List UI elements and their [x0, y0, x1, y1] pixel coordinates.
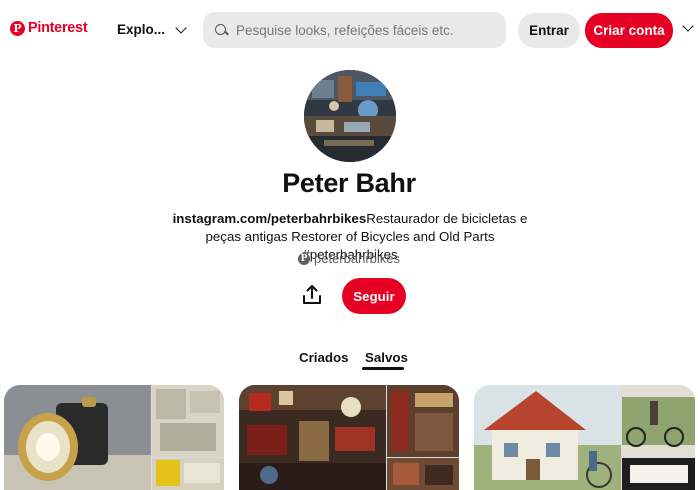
chevron-down-icon: [175, 21, 187, 34]
board-1-preview-image: [4, 385, 224, 490]
active-tab-indicator: [362, 367, 404, 370]
search-icon: [215, 23, 228, 37]
more-options-chevron-down-icon[interactable]: [682, 20, 694, 32]
profile-handle: P peterbahrbikes: [0, 251, 698, 266]
share-button[interactable]: [301, 284, 323, 306]
login-button[interactable]: Entrar: [518, 13, 580, 48]
pinterest-logo[interactable]: P Pinterest: [10, 20, 88, 36]
board-card-2[interactable]: [239, 385, 459, 490]
board-card-1[interactable]: [4, 385, 224, 490]
pinterest-handle-icon: P: [298, 252, 310, 265]
tab-created[interactable]: Criados: [299, 350, 349, 365]
pinterest-logo-icon: P: [10, 20, 25, 36]
handle-text: peterbahrbikes: [314, 251, 400, 266]
signup-button[interactable]: Criar conta: [585, 13, 673, 48]
board-card-3[interactable]: [474, 385, 695, 490]
pinterest-logo-text: Pinterest: [28, 20, 88, 36]
tab-saved[interactable]: Salvos: [365, 350, 408, 365]
search-input[interactable]: [236, 22, 496, 38]
top-navigation-bar: P Pinterest Explo... Entrar Criar conta: [0, 0, 698, 62]
board-2-preview-image: [239, 385, 459, 490]
follow-button[interactable]: Seguir: [342, 278, 406, 314]
profile-name: Peter Bahr: [282, 168, 416, 198]
search-bar[interactable]: [203, 12, 506, 48]
share-icon: [303, 285, 321, 304]
explore-menu-button[interactable]: Explo...: [117, 21, 187, 37]
board-3-preview-image: [474, 385, 695, 490]
explore-label: Explo...: [117, 22, 166, 37]
profile-avatar: [304, 70, 396, 162]
bio-link[interactable]: instagram.com/peterbahrbikes: [173, 211, 367, 226]
